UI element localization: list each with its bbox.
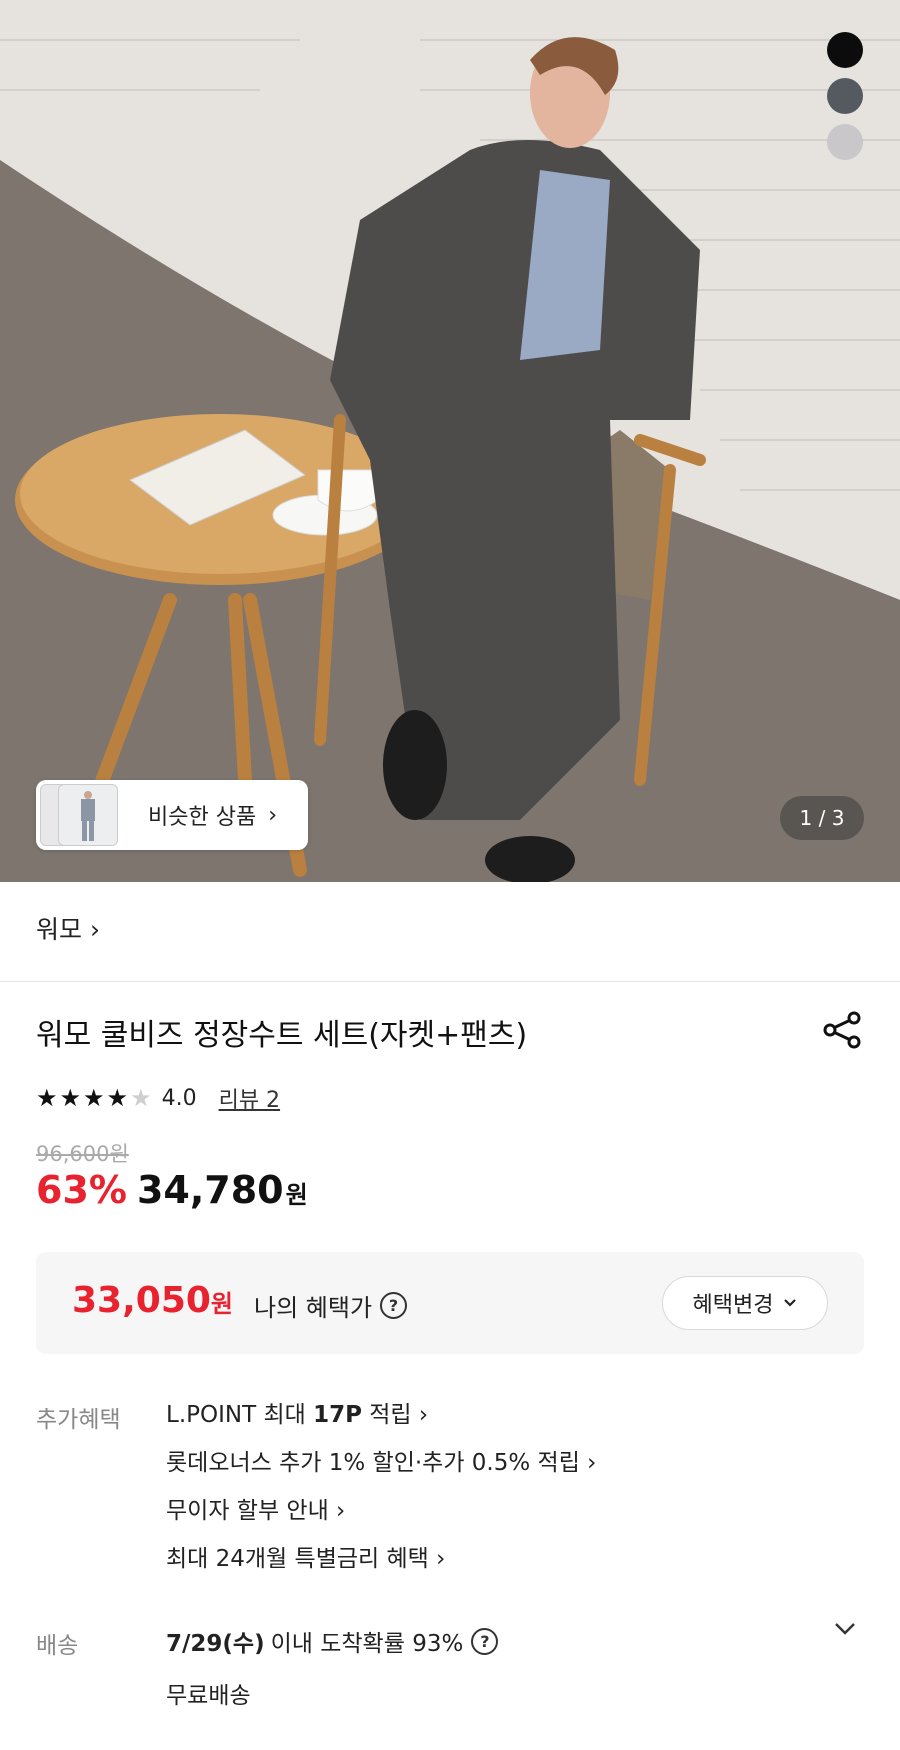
chevron-right-icon: › — [268, 802, 278, 828]
reviews-link[interactable]: 리뷰 2 — [219, 1082, 280, 1114]
rating-row: ★★★★★ 4.0 리뷰 2 — [36, 1082, 280, 1114]
similar-thumbnail — [58, 784, 118, 846]
delivery-date: 7/29(수) — [166, 1631, 265, 1657]
delivery-estimate: 7/29(수) 이내 도착확률 93% ? — [166, 1624, 499, 1658]
benefit-label-text: 나의 혜택가 — [254, 1294, 373, 1322]
product-title: 워모 쿨비즈 정장수트 세트(자켓+팬츠) — [36, 1018, 528, 1053]
sale-price: 34,780 — [136, 1168, 284, 1212]
extra-benefit-highlight: 17P — [313, 1402, 362, 1428]
extra-benefit-text: 최대 24개월 특별금리 혜택 › — [166, 1546, 446, 1572]
rating-score: 4.0 — [161, 1085, 197, 1111]
currency-unit: 원 — [285, 1181, 308, 1209]
help-icon[interactable]: ? — [471, 1627, 499, 1655]
chevron-down-icon — [784, 1299, 797, 1307]
extra-benefits-label: 추가혜택 — [36, 1407, 121, 1433]
help-icon[interactable]: ? — [380, 1292, 408, 1319]
extra-benefit-lotte-owners[interactable]: 롯데오너스 추가 1% 할인·추가 0.5% 적립 › — [166, 1448, 596, 1496]
extra-benefit-special-rate[interactable]: 최대 24개월 특별금리 혜택 › — [166, 1544, 596, 1592]
currency-unit: 원 — [210, 1290, 234, 1318]
shipping-info: 7/29(수) 이내 도착확률 93% ? 무료배송 — [166, 1624, 499, 1710]
change-benefit-button[interactable]: 혜택변경 — [662, 1276, 828, 1330]
brand-link[interactable]: 워모 › — [36, 910, 100, 946]
extra-benefit-text: L.POINT 최대 — [166, 1402, 314, 1428]
extra-benefit-text: 무이자 할부 안내 › — [166, 1498, 346, 1524]
image-counter: 1 / 3 — [780, 796, 864, 840]
color-swatch-light-gray[interactable] — [827, 124, 863, 160]
benefit-price-value: 33,050 — [72, 1280, 211, 1321]
divider — [0, 981, 900, 982]
similar-products-label: 비슷한 상품 — [148, 805, 257, 830]
similar-products-button[interactable]: 비슷한 상품 › — [36, 780, 308, 850]
benefit-price: 33,050원 — [72, 1280, 233, 1321]
color-swatch-group — [827, 32, 863, 160]
chevron-down-icon[interactable] — [834, 1622, 856, 1636]
suit-thumbnail-image — [81, 791, 95, 841]
similar-product-thumbnails — [38, 782, 128, 848]
extra-benefits-list: L.POINT 최대 17P 적립 › 롯데오너스 추가 1% 할인·추가 0.… — [166, 1400, 596, 1592]
extra-benefit-lpoint[interactable]: L.POINT 최대 17P 적립 › — [166, 1400, 596, 1448]
star-rating-icon: ★★★★★ — [36, 1084, 154, 1112]
chevron-right-icon: › — [89, 915, 100, 944]
extra-benefit-text: 롯데오너스 추가 1% 할인·추가 0.5% 적립 › — [166, 1450, 597, 1476]
original-price: 96,600원 — [36, 1142, 129, 1166]
product-photo — [0, 0, 900, 882]
discount-rate: 63% — [36, 1168, 127, 1212]
color-swatch-gray[interactable] — [827, 78, 863, 114]
shipping-fee: 무료배송 — [166, 1683, 251, 1709]
color-swatch-black[interactable] — [827, 32, 863, 68]
product-image-carousel[interactable]: 비슷한 상품 › 1 / 3 — [0, 0, 900, 882]
shipping-label: 배송 — [36, 1633, 79, 1659]
extra-benefit-installment[interactable]: 무이자 할부 안내 › — [166, 1496, 596, 1544]
my-benefit-price-box: 33,050원 나의 혜택가 ? 혜택변경 — [36, 1252, 864, 1354]
extra-benefit-text: 적립 › — [361, 1402, 429, 1428]
share-icon[interactable] — [820, 1008, 864, 1052]
change-benefit-label: 혜택변경 — [692, 1293, 774, 1318]
brand-name: 워모 — [36, 915, 83, 944]
price-row: 63% 34,780 원 — [36, 1168, 308, 1212]
benefit-label: 나의 혜택가 ? — [254, 1288, 408, 1323]
delivery-probability: 이내 도착확률 93% — [270, 1631, 464, 1657]
